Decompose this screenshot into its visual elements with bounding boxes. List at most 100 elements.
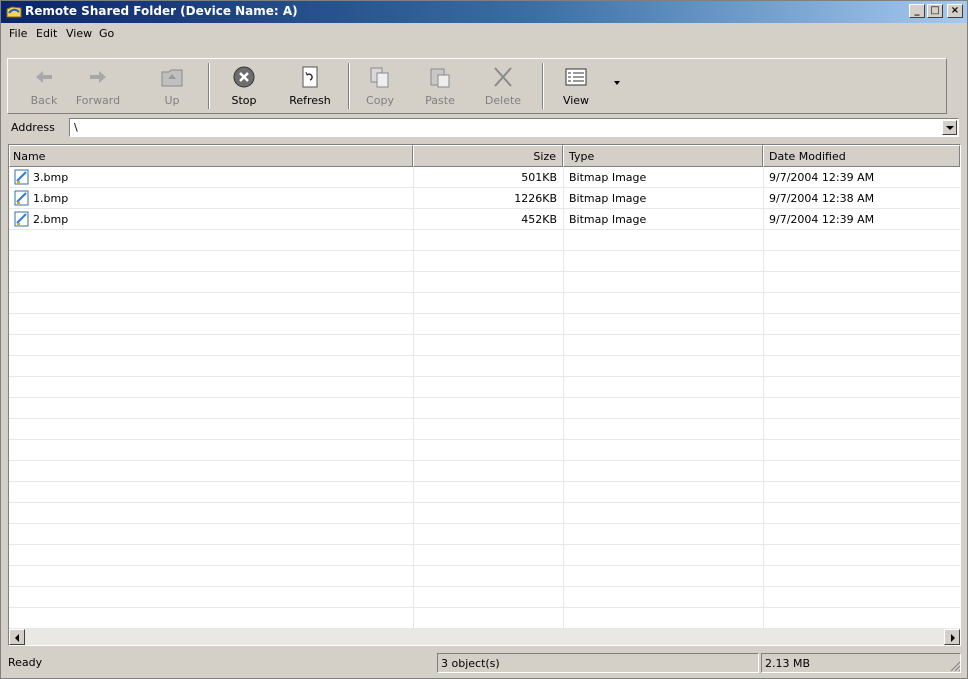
explorer-window: Remote Shared Folder (Device Name: A) _ … [0,0,968,679]
empty-row [9,440,960,461]
empty-row [9,335,960,356]
horizontal-scrollbar[interactable] [9,629,960,645]
copy-button[interactable]: Copy [358,63,402,111]
view-details-icon [565,68,587,86]
forward-button[interactable]: Forward [68,63,128,111]
copy-icon [370,67,389,88]
file-date: 9/7/2004 12:39 AM [769,171,875,184]
up-button[interactable]: Up [152,63,192,111]
window-title: Remote Shared Folder (Device Name: A) [25,4,298,18]
view-label: View [562,94,590,107]
maximize-button[interactable]: □ [927,4,943,18]
object-count: 3 object(s) [441,657,500,670]
empty-row [9,314,960,335]
file-size: 452KB [521,213,557,226]
total-size: 2.13 MB [765,657,811,670]
folder-up-icon [161,69,183,87]
refresh-icon [302,66,318,88]
bitmap-file-icon [14,169,29,185]
empty-row [9,356,960,377]
title-bar[interactable]: Remote Shared Folder (Device Name: A) _ … [1,1,967,23]
toolbar: Back Forward Up Stop Refresh Copy Paste [7,58,947,114]
address-label: Address [11,121,55,134]
file-name: 1.bmp [33,192,69,205]
column-header-type[interactable]: Type [563,145,763,167]
stop-label: Stop [231,94,257,107]
paste-icon [430,68,450,88]
file-size: 1226KB [514,192,557,205]
table-row[interactable]: 1.bmp 1226KB Bitmap Image 9/7/2004 12:38… [9,188,960,209]
delete-label: Delete [484,94,522,107]
close-button[interactable]: × [947,4,963,18]
paste-label: Paste [425,94,455,107]
arrow-left-icon [15,634,19,642]
file-name: 3.bmp [33,171,69,184]
column-type-label: Type [569,150,595,163]
arrow-right-icon [951,634,955,642]
file-type: Bitmap Image [569,171,647,184]
stop-icon [233,66,255,88]
empty-row [9,398,960,419]
minimize-button[interactable]: _ [909,4,925,18]
empty-row [9,587,960,608]
table-row[interactable]: 2.bmp 452KB Bitmap Image 9/7/2004 12:39 … [9,209,960,230]
column-date-label: Date Modified [769,150,846,163]
scroll-left-button[interactable] [9,629,25,645]
status-panel-state: Ready [5,653,435,673]
toolbar-separator [542,63,544,109]
empty-row [9,482,960,503]
up-label: Up [164,94,180,107]
toolbar-separator [348,63,350,109]
column-header-name[interactable]: Name [9,145,413,167]
empty-row [9,419,960,440]
status-text: Ready [8,656,43,669]
stop-button[interactable]: Stop [222,63,266,111]
empty-row [9,272,960,293]
refresh-label: Refresh [289,94,331,107]
menu-edit[interactable]: Edit [36,27,57,40]
resize-grip-icon[interactable] [949,660,961,672]
refresh-button[interactable]: Refresh [282,63,338,111]
empty-row [9,503,960,524]
bitmap-file-icon [14,190,29,206]
column-header-date[interactable]: Date Modified [763,145,960,167]
status-panel-objects: 3 object(s) [437,653,759,673]
forward-label: Forward [75,94,121,107]
table-row[interactable]: 3.bmp 501KB Bitmap Image 9/7/2004 12:39 … [9,167,960,188]
back-arrow-icon [36,71,52,83]
file-date: 9/7/2004 12:38 AM [769,192,875,205]
back-button[interactable]: Back [24,63,64,111]
copy-label: Copy [366,94,394,107]
empty-row [9,293,960,314]
empty-row [9,566,960,587]
address-dropdown-button[interactable] [942,120,957,135]
empty-row [9,545,960,566]
view-button[interactable]: View [554,63,598,111]
file-name: 2.bmp [33,213,69,226]
delete-x-icon [494,67,512,87]
file-date: 9/7/2004 12:39 AM [769,213,875,226]
menu-view[interactable]: View [66,27,92,40]
address-value: \ [74,121,78,134]
file-type: Bitmap Image [569,213,647,226]
empty-row [9,461,960,482]
empty-row [9,251,960,272]
address-input[interactable]: \ [69,118,959,137]
file-type: Bitmap Image [569,192,647,205]
empty-row [9,608,960,629]
menu-go[interactable]: Go [99,27,114,40]
view-dropdown-arrow-icon[interactable] [614,81,620,85]
empty-row [9,524,960,545]
scroll-right-button[interactable] [944,629,960,645]
column-header-size[interactable]: Size [413,145,563,167]
file-list[interactable]: Name Size Type Date Modified 3.bmp 501KB… [8,144,961,646]
back-label: Back [30,94,58,107]
menu-file[interactable]: File [9,27,27,40]
column-size-label: Size [533,150,556,163]
toolbar-separator [208,63,210,109]
paste-button[interactable]: Paste [418,63,462,111]
status-bar: Ready 3 object(s) 2.13 MB [1,650,967,678]
forward-arrow-icon [90,71,106,83]
delete-button[interactable]: Delete [478,63,528,111]
menu-bar: File Edit View Go [1,24,967,44]
